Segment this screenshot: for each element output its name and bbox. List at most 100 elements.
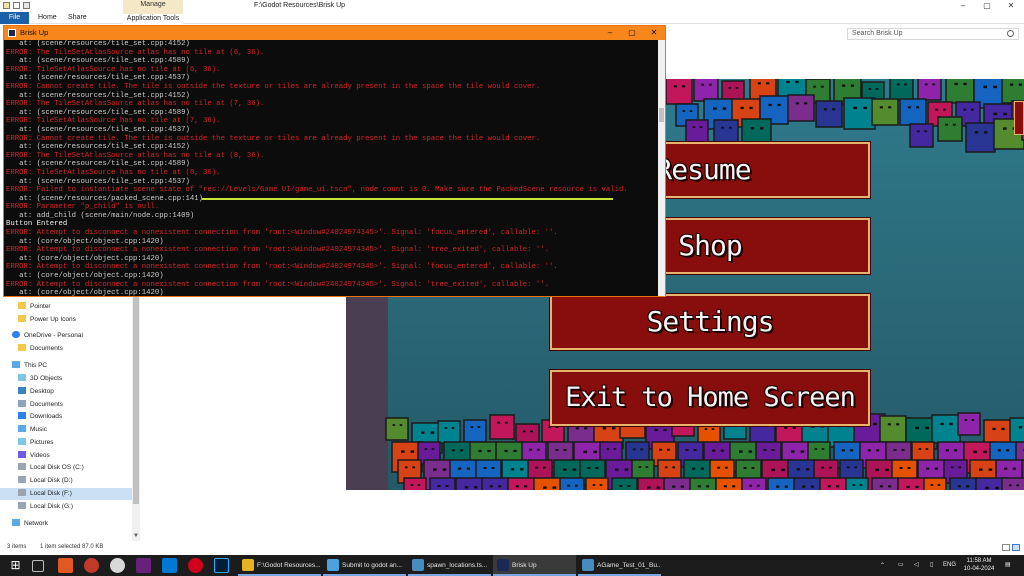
nav-item-onedrive[interactable]: OneDrive - Personal <box>12 330 83 342</box>
tab-share[interactable]: Share <box>62 12 93 24</box>
item-count: 3 items <box>7 544 27 550</box>
volume-icon[interactable]: ◁ <box>914 561 919 576</box>
block-character <box>713 119 739 145</box>
settings-button[interactable]: Settings <box>549 293 871 351</box>
nav-item-pointer[interactable]: Pointer <box>18 301 51 313</box>
navigation-pane: Pointer Power Up Icons OneDrive - Person… <box>0 296 132 541</box>
tray-chevron-icon[interactable]: ⌃ <box>880 562 885 576</box>
console-error-line: ERROR: Cannot create tile. The tile is o… <box>6 82 541 91</box>
task-app-icon <box>497 559 509 571</box>
console-maximize-button[interactable]: ▢ <box>621 26 643 40</box>
tab-home[interactable]: Home <box>32 12 63 24</box>
console-line: at: (scene/resources/tile_set.cpp:4537) <box>6 125 190 134</box>
taskbar-task[interactable]: AGame_Test_01_Bu... <box>578 555 661 576</box>
properties-icon[interactable] <box>13 2 20 9</box>
exit-to-home-button[interactable]: Exit to Home Screen <box>549 369 871 427</box>
block-character <box>871 98 899 126</box>
nav-item-desktop[interactable]: Desktop <box>18 386 54 398</box>
taskbar-task[interactable]: Submit to godot an... <box>323 555 406 576</box>
console-line: at: (scene/resources/tile_set.cpp:4589) <box>6 160 190 169</box>
new-folder-icon[interactable] <box>23 2 30 9</box>
photoshop-icon[interactable] <box>214 558 229 573</box>
nav-item-local-disk-g[interactable]: Local Disk (G:) <box>18 501 73 513</box>
block-character <box>909 123 934 148</box>
console-scrollbar[interactable] <box>658 40 665 296</box>
opera-icon[interactable] <box>188 558 203 573</box>
nav-item-pictures[interactable]: Pictures <box>18 437 53 449</box>
language-indicator[interactable]: ENG <box>943 562 956 576</box>
chrome-icon[interactable] <box>110 558 125 573</box>
block-character <box>663 477 692 490</box>
nav-item-3d-objects[interactable]: 3D Objects <box>18 373 62 385</box>
drive-icon <box>18 489 26 496</box>
block-character <box>923 477 947 490</box>
task-view-icon[interactable] <box>32 560 44 572</box>
notifications-icon[interactable]: ▤ <box>1005 561 1011 576</box>
side-button-edge[interactable] <box>1014 101 1024 135</box>
block-character <box>931 414 961 444</box>
console-line: at: (scene/resources/tile_set.cpp:4537) <box>6 74 190 83</box>
nav-item-downloads[interactable]: Downloads <box>18 411 62 423</box>
scroll-down-arrow-icon[interactable]: ▼ <box>132 533 140 541</box>
console-titlebar: Brisk Up – ▢ ✕ <box>4 26 665 40</box>
taskbar-task[interactable]: F:\Godot Resources... <box>238 555 321 576</box>
block-character <box>793 477 822 490</box>
tab-file[interactable]: File <box>0 12 29 24</box>
tab-application-tools[interactable]: Application Tools <box>123 14 183 24</box>
console-error-line: ERROR: Attempt to disconnect a nonexiste… <box>6 246 549 255</box>
visual-studio-icon[interactable] <box>136 558 151 573</box>
minimize-button[interactable]: – <box>952 0 974 12</box>
nav-item-music[interactable]: Music <box>18 424 47 436</box>
console-line: at: (scene/resources/tile_set.cpp:4152) <box>6 40 190 48</box>
battery-icon[interactable]: ▯ <box>930 561 933 576</box>
close-button[interactable]: ✕ <box>1000 0 1022 12</box>
nav-item-network[interactable]: Network <box>12 518 48 530</box>
block-character <box>685 119 709 143</box>
block-character <box>949 477 977 490</box>
firefox-icon[interactable] <box>58 558 73 573</box>
details-view-icon[interactable] <box>1002 544 1010 551</box>
app-p-icon[interactable] <box>84 558 99 573</box>
taskbar-task[interactable]: spawn_locations.ts... <box>408 555 491 576</box>
nav-item-power-up-icons[interactable]: Power Up Icons <box>18 314 76 326</box>
console-error-line: ERROR: The TileSetAtlasSource atlas has … <box>6 151 265 160</box>
folder-icon[interactable] <box>3 2 10 9</box>
task-label: spawn_locations.ts... <box>427 562 488 569</box>
task-app-icon <box>242 559 254 571</box>
task-label: Submit to godot an... <box>342 562 402 569</box>
console-output[interactable]: at: (scene/resources/tile_set.cpp:4152) E… <box>4 40 659 296</box>
search-input[interactable]: Search Brisk Up <box>847 28 1019 40</box>
scrollbar-thumb[interactable] <box>133 296 139 504</box>
console-error-line: ERROR: Attempt to disconnect a nonexiste… <box>6 263 558 272</box>
task-app-icon <box>327 559 339 571</box>
console-minimize-button[interactable]: – <box>599 26 621 40</box>
clock[interactable]: 11:58 AM 10-04-2024 <box>962 557 996 573</box>
taskbar-task[interactable]: Brisk Up <box>493 555 576 576</box>
start-windows-icon[interactable]: ⊞ <box>8 558 23 573</box>
block-character <box>585 477 609 490</box>
console-error-line: ERROR: Failed to instantiate scene state… <box>6 186 628 195</box>
console-close-button[interactable]: ✕ <box>643 26 665 40</box>
nav-item-local-disk-c[interactable]: Local Disk OS (C:) <box>18 462 84 474</box>
nav-item-onedrive-documents[interactable]: Documents <box>18 343 63 355</box>
folder-icon <box>18 344 26 351</box>
console-scroll-thumb[interactable] <box>659 108 664 122</box>
nav-item-documents[interactable]: Documents <box>18 399 63 411</box>
maximize-button[interactable]: ▢ <box>976 0 998 12</box>
nav-item-this-pc[interactable]: This PC <box>12 360 47 372</box>
nav-item-videos[interactable]: Videos <box>18 450 50 462</box>
console-line: at: (scene/resources/tile_set.cpp:4152) <box>6 143 190 152</box>
nav-item-local-disk-f[interactable]: Local Disk (F:) <box>0 488 132 500</box>
console-line: Button Entered <box>6 220 68 229</box>
explorer-title-path: F:\Godot Resources\Brisk Up <box>254 2 346 9</box>
block-character <box>917 79 942 101</box>
block-character <box>559 477 585 490</box>
music-icon <box>18 425 26 432</box>
large-icons-view-icon[interactable] <box>1012 544 1020 551</box>
nav-item-local-disk-d[interactable]: Local Disk (D:) <box>18 475 73 487</box>
console-error-line: ERROR: The TileSetAtlasSource atlas has … <box>6 48 265 57</box>
navigation-scrollbar[interactable]: ▼ <box>132 296 140 541</box>
block-character <box>767 477 796 490</box>
vscode-icon[interactable] <box>162 558 177 573</box>
network-tray-icon[interactable]: ▭ <box>898 561 904 576</box>
